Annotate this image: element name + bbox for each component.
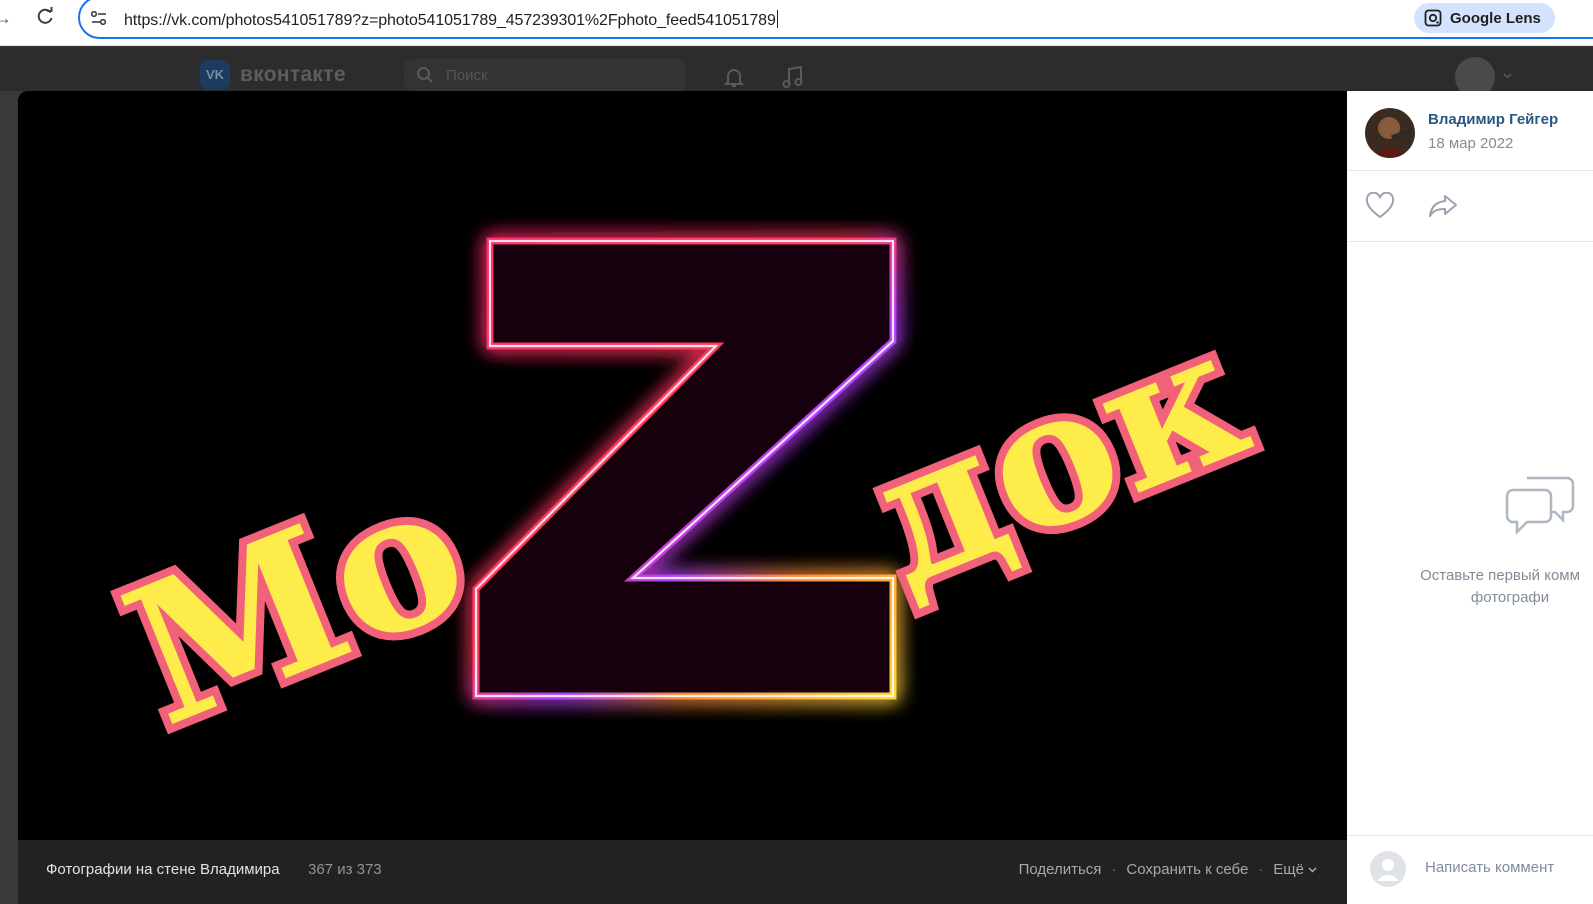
heart-icon[interactable] <box>1365 192 1395 220</box>
photo-counter: 367 из 373 <box>308 861 382 878</box>
browser-toolbar: → https://vk.com/photos541051789?z=photo… <box>0 0 1593 46</box>
bell-icon[interactable] <box>722 65 746 89</box>
chevron-down-icon[interactable] <box>1503 71 1512 80</box>
chevron-down-icon <box>1308 867 1317 873</box>
separator-dot: · <box>1111 861 1117 878</box>
viewer-footer: Фотографии на стене Владимира 367 из 373… <box>18 840 1347 904</box>
google-lens-button[interactable]: Google Lens <box>1414 3 1555 33</box>
photo-viewer: Мо док Фотографии на стене Владимира 367… <box>18 91 1347 904</box>
author-name-link[interactable]: Владимир Гейгер <box>1428 111 1558 128</box>
save-link[interactable]: Сохранить к себе <box>1126 861 1248 878</box>
divider <box>1347 170 1593 171</box>
vk-search-input[interactable]: Поиск <box>404 59 686 91</box>
address-bar[interactable]: https://vk.com/photos541051789?z=photo54… <box>78 0 1593 39</box>
text-caret <box>776 10 778 28</box>
google-lens-label: Google Lens <box>1450 9 1541 27</box>
url-text[interactable]: https://vk.com/photos541051789?z=photo54… <box>124 10 778 30</box>
comment-input[interactable]: Написать коммент <box>1425 859 1554 876</box>
vk-brand-name[interactable]: вконтакте <box>240 63 346 87</box>
empty-comments-line: Оставьте первый комм <box>1420 567 1580 584</box>
share-icon[interactable] <box>1427 192 1459 220</box>
site-settings-icon[interactable] <box>90 10 108 26</box>
reload-icon[interactable] <box>34 6 56 28</box>
divider <box>1347 241 1593 242</box>
viewer-actions: Поделиться · Сохранить к себе · Ещё <box>1019 861 1317 878</box>
more-menu-button[interactable]: Ещё <box>1273 861 1317 878</box>
vk-header: VK вконтакте Поиск <box>0 47 1593 97</box>
empty-comments-text: Оставьте первый комм фотографи <box>1377 565 1593 609</box>
photo-image[interactable]: Мо док <box>18 91 1347 840</box>
forward-icon[interactable]: → <box>0 8 12 29</box>
share-link[interactable]: Поделиться <box>1019 861 1102 878</box>
more-label: Ещё <box>1273 861 1304 878</box>
comments-icon <box>1505 476 1575 536</box>
current-user-avatar <box>1370 851 1406 887</box>
author-avatar[interactable] <box>1365 108 1415 158</box>
photo-side-panel: Владимир Гейгер 18 мар 2022 Оставьте пер… <box>1347 91 1593 904</box>
divider <box>1347 835 1593 836</box>
search-placeholder: Поиск <box>446 67 488 84</box>
music-icon[interactable] <box>780 64 806 90</box>
vk-logo[interactable]: VK <box>200 60 230 90</box>
lens-icon <box>1424 9 1442 27</box>
post-date[interactable]: 18 мар 2022 <box>1428 135 1513 152</box>
album-title-link[interactable]: Фотографии на стене Владимира <box>46 861 280 878</box>
separator-dot: · <box>1258 861 1264 878</box>
empty-comments-line: фотографи <box>1470 589 1550 606</box>
search-icon <box>417 67 433 83</box>
